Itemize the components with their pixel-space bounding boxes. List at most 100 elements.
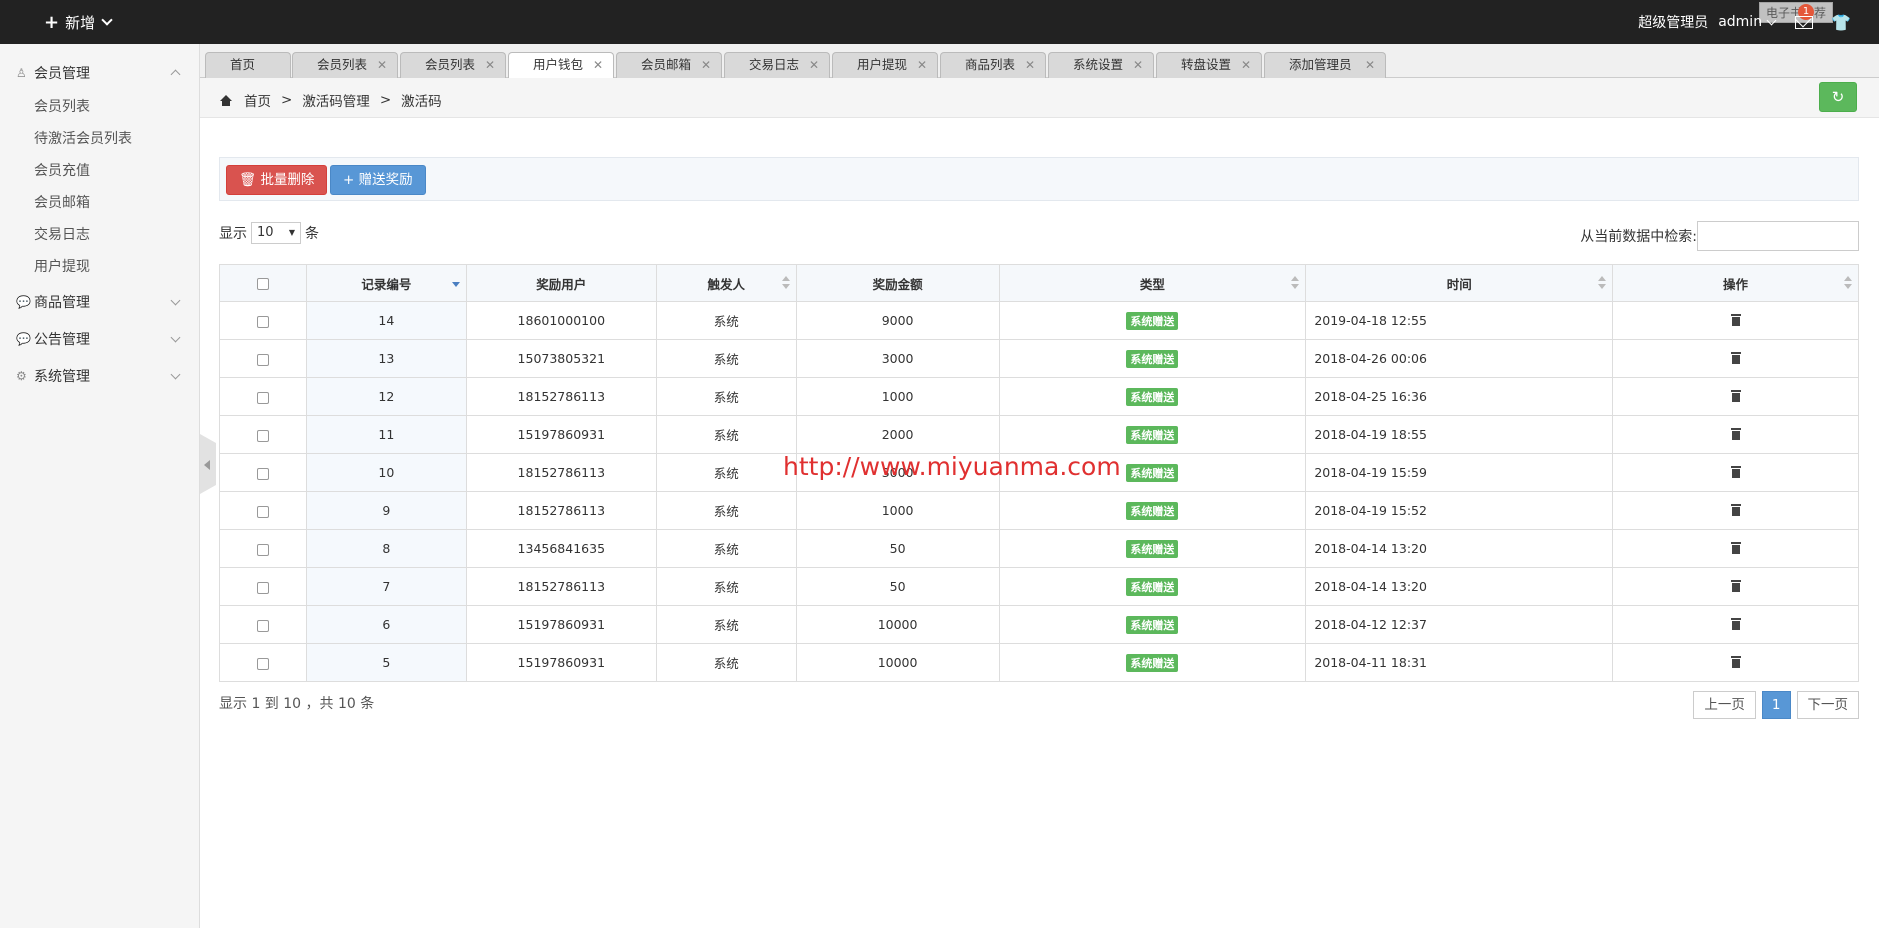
next-page-button[interactable]: 下一页: [1796, 691, 1859, 719]
breadcrumb-home[interactable]: 首页: [244, 90, 271, 110]
row-checkbox[interactable]: [256, 315, 269, 328]
tab-withdraw[interactable]: 用户提现 ✕: [832, 52, 938, 78]
tab-member-mailbox[interactable]: 会员邮箱 ✕: [616, 52, 722, 78]
table-row: 9 18152786113 系统 1000 系统赠送 2018-04-19 15:52: [219, 491, 1859, 530]
close-icon[interactable]: ✕: [701, 53, 711, 77]
row-checkbox[interactable]: [256, 619, 269, 632]
sidebar-group-goods[interactable]: 💬 商品管理: [0, 283, 199, 320]
tab-label: 交易日志: [749, 57, 800, 72]
close-icon[interactable]: ✕: [1133, 53, 1143, 77]
cell-amount: 10000: [795, 643, 1000, 682]
row-checkbox[interactable]: [256, 429, 269, 442]
sidebar-item-member-mailbox[interactable]: 会员邮箱: [0, 187, 199, 219]
new-menu-button[interactable]: + 新增: [44, 11, 113, 33]
tab-user-wallet[interactable]: 用户钱包 ✕: [508, 52, 614, 79]
cell-actions: [1612, 567, 1859, 606]
prev-page-button[interactable]: 上一页: [1693, 691, 1756, 719]
cell-type: 系统赠送: [998, 301, 1307, 340]
sidebar-group-label: 公告管理: [34, 331, 90, 348]
batch-delete-label: 批量删除: [260, 172, 315, 188]
user-icon: ♙: [16, 65, 27, 80]
sidebar-group-system[interactable]: ⚙ 系统管理: [0, 357, 199, 394]
tab-system-settings[interactable]: 系统设置 ✕: [1048, 52, 1154, 78]
batch-delete-button[interactable]: 🗑 批量删除: [226, 165, 328, 195]
breadcrumb-section[interactable]: 激活码管理: [302, 90, 370, 110]
close-icon[interactable]: ✕: [377, 53, 387, 77]
cell-id: 6: [305, 605, 467, 644]
sidebar-group-notice[interactable]: 💬 公告管理: [0, 320, 199, 357]
tab-trade-log[interactable]: 交易日志 ✕: [724, 52, 830, 78]
tab-member-list-2[interactable]: 会员列表 ✕: [400, 52, 506, 78]
close-icon[interactable]: ✕: [593, 53, 603, 77]
tab-add-admin[interactable]: 添加管理员 ✕: [1264, 52, 1386, 78]
row-checkbox[interactable]: [256, 543, 269, 556]
row-checkbox[interactable]: [256, 353, 269, 366]
tab-label: 商品列表: [965, 57, 1016, 72]
cell-amount: 1000: [795, 491, 1000, 530]
row-select-cell: [219, 377, 307, 416]
close-icon[interactable]: ✕: [917, 53, 927, 77]
mail-icon[interactable]: [1795, 15, 1814, 29]
delete-row-icon[interactable]: [1730, 618, 1741, 630]
plus-icon: +: [44, 11, 60, 33]
sidebar-item-member-list[interactable]: 会员列表: [0, 91, 199, 123]
sidebar-item-member-recharge[interactable]: 会员充值: [0, 155, 199, 187]
sidebar-item-trade-log[interactable]: 交易日志: [0, 219, 199, 251]
column-header-id[interactable]: 记录编号: [305, 264, 467, 302]
row-checkbox[interactable]: [256, 391, 269, 404]
column-header-actions[interactable]: 操作: [1612, 264, 1859, 302]
table-row: 8 13456841635 系统 50 系统赠送 2018-04-14 13:20: [219, 529, 1859, 568]
close-icon[interactable]: ✕: [809, 53, 819, 77]
cell-type: 系统赠送: [998, 339, 1307, 378]
delete-row-icon[interactable]: [1730, 314, 1741, 326]
tab-label: 会员列表: [425, 57, 476, 72]
breadcrumb-separator: >: [379, 92, 392, 108]
close-icon[interactable]: ✕: [485, 53, 495, 77]
row-checkbox[interactable]: [256, 467, 269, 480]
cell-trigger: 系统: [655, 529, 797, 568]
search-input[interactable]: [1697, 221, 1859, 251]
delete-row-icon[interactable]: [1730, 656, 1741, 668]
column-header-trigger[interactable]: 触发人: [655, 264, 797, 302]
row-checkbox[interactable]: [256, 581, 269, 594]
tab-home[interactable]: 首页: [205, 52, 291, 78]
cell-id: 10: [305, 453, 467, 492]
sidebar-item-pending-members[interactable]: 待激活会员列表: [0, 123, 199, 155]
row-checkbox[interactable]: [256, 657, 269, 670]
delete-row-icon[interactable]: [1730, 542, 1741, 554]
page-length-select[interactable]: 10: [251, 222, 301, 244]
tab-label: 系统设置: [1073, 57, 1124, 72]
shirt-icon[interactable]: 👕: [1831, 13, 1851, 32]
home-icon: [220, 95, 232, 106]
table-row: 13 15073805321 系统 3000 系统赠送 2018-04-26 00:06: [219, 339, 1859, 378]
row-select-cell: [219, 415, 307, 454]
tab-wheel-settings[interactable]: 转盘设置 ✕: [1156, 52, 1262, 78]
row-checkbox[interactable]: [256, 505, 269, 518]
table-info: 显示 1 到 10 ，共 10 条: [219, 696, 375, 712]
refresh-icon: ↻: [1831, 88, 1845, 106]
select-all-checkbox[interactable]: [256, 278, 269, 290]
close-icon[interactable]: ✕: [1025, 53, 1035, 77]
close-icon[interactable]: ✕: [1241, 53, 1251, 77]
delete-row-icon[interactable]: [1730, 428, 1741, 440]
close-icon[interactable]: ✕: [1365, 53, 1375, 77]
delete-row-icon[interactable]: [1730, 352, 1741, 364]
delete-row-icon[interactable]: [1730, 390, 1741, 402]
column-header-time[interactable]: 时间: [1305, 264, 1614, 302]
delete-row-icon[interactable]: [1730, 504, 1741, 516]
cell-type: 系统赠送: [998, 377, 1307, 416]
give-reward-button[interactable]: + 赠送奖励: [330, 165, 426, 195]
header-label: 触发人: [707, 276, 745, 292]
cell-actions: [1612, 643, 1859, 682]
delete-row-icon[interactable]: [1730, 580, 1741, 592]
column-header-type[interactable]: 类型: [998, 264, 1307, 302]
tab-goods-list[interactable]: 商品列表 ✕: [940, 52, 1046, 78]
page-1-button[interactable]: 1: [1761, 691, 1791, 719]
user-menu[interactable]: admin: [1718, 14, 1777, 30]
sidebar-collapse-handle[interactable]: [200, 434, 216, 494]
sidebar-group-member[interactable]: ♙ 会员管理: [0, 54, 199, 91]
tab-member-list[interactable]: 会员列表 ✕: [292, 52, 398, 78]
sidebar-item-withdraw[interactable]: 用户提现: [0, 251, 199, 283]
delete-row-icon[interactable]: [1730, 466, 1741, 478]
refresh-button[interactable]: ↻: [1819, 82, 1857, 112]
